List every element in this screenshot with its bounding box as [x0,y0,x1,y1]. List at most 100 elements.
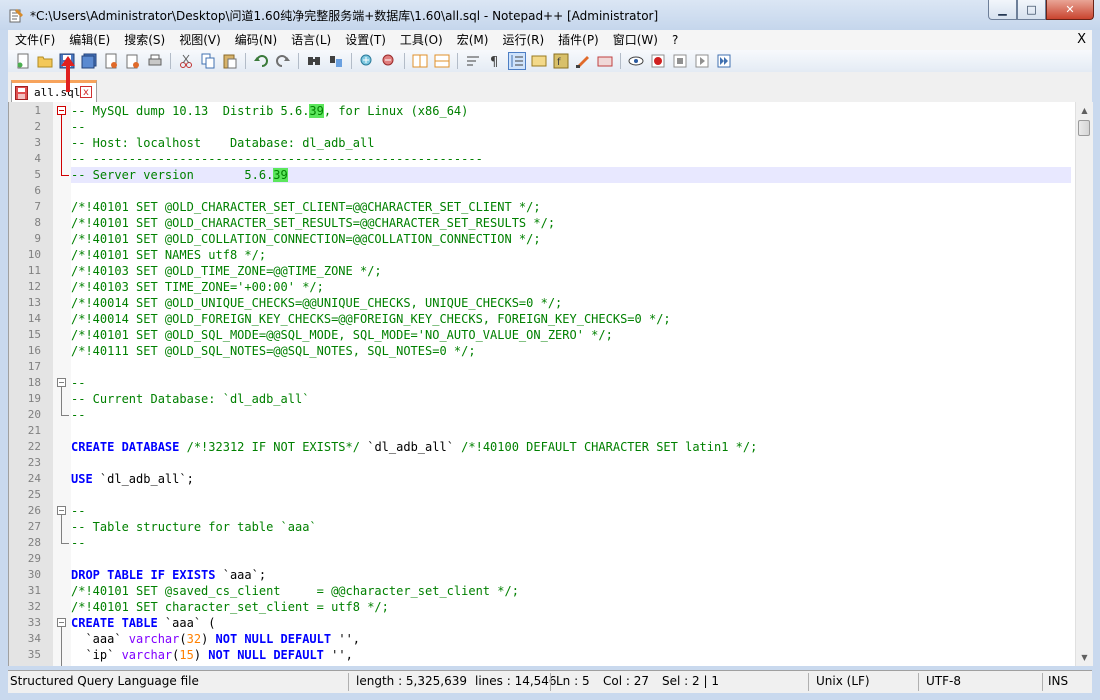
code-token: -- MySQL dump 10.13 Distrib 5.6. [71,104,310,118]
code-line[interactable] [71,423,1071,439]
code-line[interactable]: /*!40101 SET @OLD_SQL_MODE=@@SQL_MODE, S… [71,327,1071,343]
code-line[interactable]: /*!40103 SET @OLD_TIME_ZONE=@@TIME_ZONE … [71,263,1071,279]
fold-toggle-icon[interactable] [57,378,66,387]
paste-icon[interactable] [221,52,239,70]
menu-item[interactable]: 编码(N) [228,30,284,50]
menu-item[interactable]: 语言(L) [284,30,338,50]
minimize-button[interactable]: ▁ [988,0,1017,20]
stop-macro-icon[interactable] [649,52,667,70]
print-icon[interactable] [146,52,164,70]
word-wrap-icon[interactable] [464,52,482,70]
menu-item[interactable]: 运行(R) [495,30,551,50]
code-line[interactable]: /*!40101 SET character_set_client = utf8… [71,599,1071,615]
vertical-scrollbar[interactable]: ▲ ▼ [1075,102,1093,666]
record-macro-icon[interactable] [627,52,645,70]
folder-workspace-icon[interactable] [574,52,592,70]
code-line[interactable]: /*!40014 SET @OLD_FOREIGN_KEY_CHECKS=@@F… [71,311,1071,327]
code-line[interactable]: -- [71,375,1071,391]
new-file-icon[interactable] [14,52,32,70]
code-line[interactable]: /*!40103 SET TIME_ZONE='+00:00' */; [71,279,1071,295]
line-number: 2 [34,120,41,133]
menu-item[interactable]: 视图(V) [172,30,228,50]
play-macro-icon[interactable] [671,52,689,70]
menu-item[interactable]: 插件(P) [551,30,606,50]
code-line[interactable]: /*!40101 SET @OLD_CHARACTER_SET_CLIENT=@… [71,199,1071,215]
code-line[interactable]: `ip` varchar(15) NOT NULL DEFAULT '', [71,647,1071,663]
editor-area[interactable]: 1 2 3 4 5 6 7 8 9 10 11 12 13 14 15 16 17 18 19 20 21 22 23 24 2… [8,102,1093,666]
doc-map-icon[interactable] [530,52,548,70]
tab-close-button[interactable]: x [80,86,92,98]
code-token: /*!40100 DEFAULT CHARACTER SET latin1 */… [461,440,758,454]
save-all-icon[interactable] [80,52,98,70]
close-all-icon[interactable] [124,52,142,70]
code-token: , for Linux (x86_64) [323,104,469,118]
close-document-button[interactable]: X [1077,30,1086,50]
code-line[interactable]: CREATE TABLE `aaa` ( [71,615,1071,631]
zoom-in-icon[interactable] [358,52,376,70]
scroll-thumb[interactable] [1078,120,1090,136]
code-line[interactable]: /*!40101 SET @OLD_COLLATION_CONNECTION=@… [71,231,1071,247]
menu-item[interactable]: 宏(M) [450,30,496,50]
code-line[interactable] [71,455,1071,471]
code-line[interactable]: -- Host: localhost Database: dl_adb_all [71,135,1071,151]
fold-margin[interactable] [53,102,71,666]
replace-icon[interactable] [327,52,345,70]
code-line[interactable]: -- [71,535,1071,551]
undo-icon[interactable] [252,52,270,70]
close-icon[interactable] [102,52,120,70]
show-all-chars-icon[interactable]: ¶ [486,52,504,70]
sync-h-icon[interactable] [433,52,451,70]
sync-v-icon[interactable] [411,52,429,70]
menu-item[interactable]: 搜索(S) [117,30,172,50]
close-window-button[interactable]: ✕ [1046,0,1094,20]
code-line[interactable]: -- [71,503,1071,519]
run-macro-multiple-icon[interactable] [693,52,711,70]
redo-icon[interactable] [274,52,292,70]
code-line[interactable]: /*!40101 SET @saved_cs_client = @@charac… [71,583,1071,599]
code-line[interactable]: /*!40014 SET @OLD_UNIQUE_CHECKS=@@UNIQUE… [71,295,1071,311]
code-line[interactable]: -- MySQL dump 10.13 Distrib 5.6.39, for … [71,103,1071,119]
code-line[interactable]: /*!40101 SET NAMES utf8 */; [71,247,1071,263]
menu-item[interactable]: ? [665,30,685,50]
code-line[interactable] [71,359,1071,375]
title-bar[interactable]: *C:\Users\Administrator\Desktop\问道1.60纯净… [0,0,1100,30]
code-text[interactable]: -- MySQL dump 10.13 Distrib 5.6.39, for … [71,102,1071,666]
tab-all-sql[interactable]: all.sql x [11,80,97,102]
code-line[interactable]: -- Server version 5.6.39 [71,167,1071,183]
code-line[interactable]: -- [71,407,1071,423]
fold-toggle-icon[interactable] [57,618,66,627]
function-list-icon[interactable]: f [552,52,570,70]
code-line[interactable]: USE `dl_adb_all`; [71,471,1071,487]
menu-item[interactable]: 编辑(E) [62,30,117,50]
scroll-up-icon[interactable]: ▲ [1076,102,1093,119]
menu-item[interactable]: 工具(O) [393,30,450,50]
code-line[interactable]: /*!40111 SET @OLD_SQL_NOTES=@@SQL_NOTES,… [71,343,1071,359]
save-macro-icon[interactable] [715,52,733,70]
code-line[interactable]: CREATE DATABASE /*!32312 IF NOT EXISTS*/… [71,439,1071,455]
menu-item[interactable]: 文件(F) [8,30,62,50]
cut-icon[interactable] [177,52,195,70]
fold-toggle-icon[interactable] [57,506,66,515]
code-line[interactable]: /*!40101 SET @OLD_CHARACTER_SET_RESULTS=… [71,215,1071,231]
code-line[interactable]: -- Current Database: `dl_adb_all` [71,391,1071,407]
code-line[interactable] [71,183,1071,199]
code-line[interactable] [71,487,1071,503]
code-line[interactable]: -- -------------------------------------… [71,151,1071,167]
scroll-down-icon[interactable]: ▼ [1076,649,1093,666]
monitoring-icon[interactable] [596,52,614,70]
code-line[interactable] [71,551,1071,567]
zoom-out-icon[interactable] [380,52,398,70]
find-icon[interactable] [305,52,323,70]
code-line[interactable]: -- Table structure for table `aaa` [71,519,1071,535]
code-line[interactable]: DROP TABLE IF EXISTS `aaa`; [71,567,1071,583]
menu-item[interactable]: 窗口(W) [606,30,665,50]
open-file-icon[interactable] [36,52,54,70]
maximize-button[interactable]: □ [1017,0,1046,20]
code-line[interactable]: `aaa` varchar(32) NOT NULL DEFAULT '', [71,631,1071,647]
indent-guide-icon[interactable] [508,52,526,70]
copy-icon[interactable] [199,52,217,70]
line-number: 22 [27,440,41,453]
fold-toggle-icon[interactable] [57,106,66,115]
menu-item[interactable]: 设置(T) [338,30,393,50]
code-line[interactable]: -- [71,119,1071,135]
